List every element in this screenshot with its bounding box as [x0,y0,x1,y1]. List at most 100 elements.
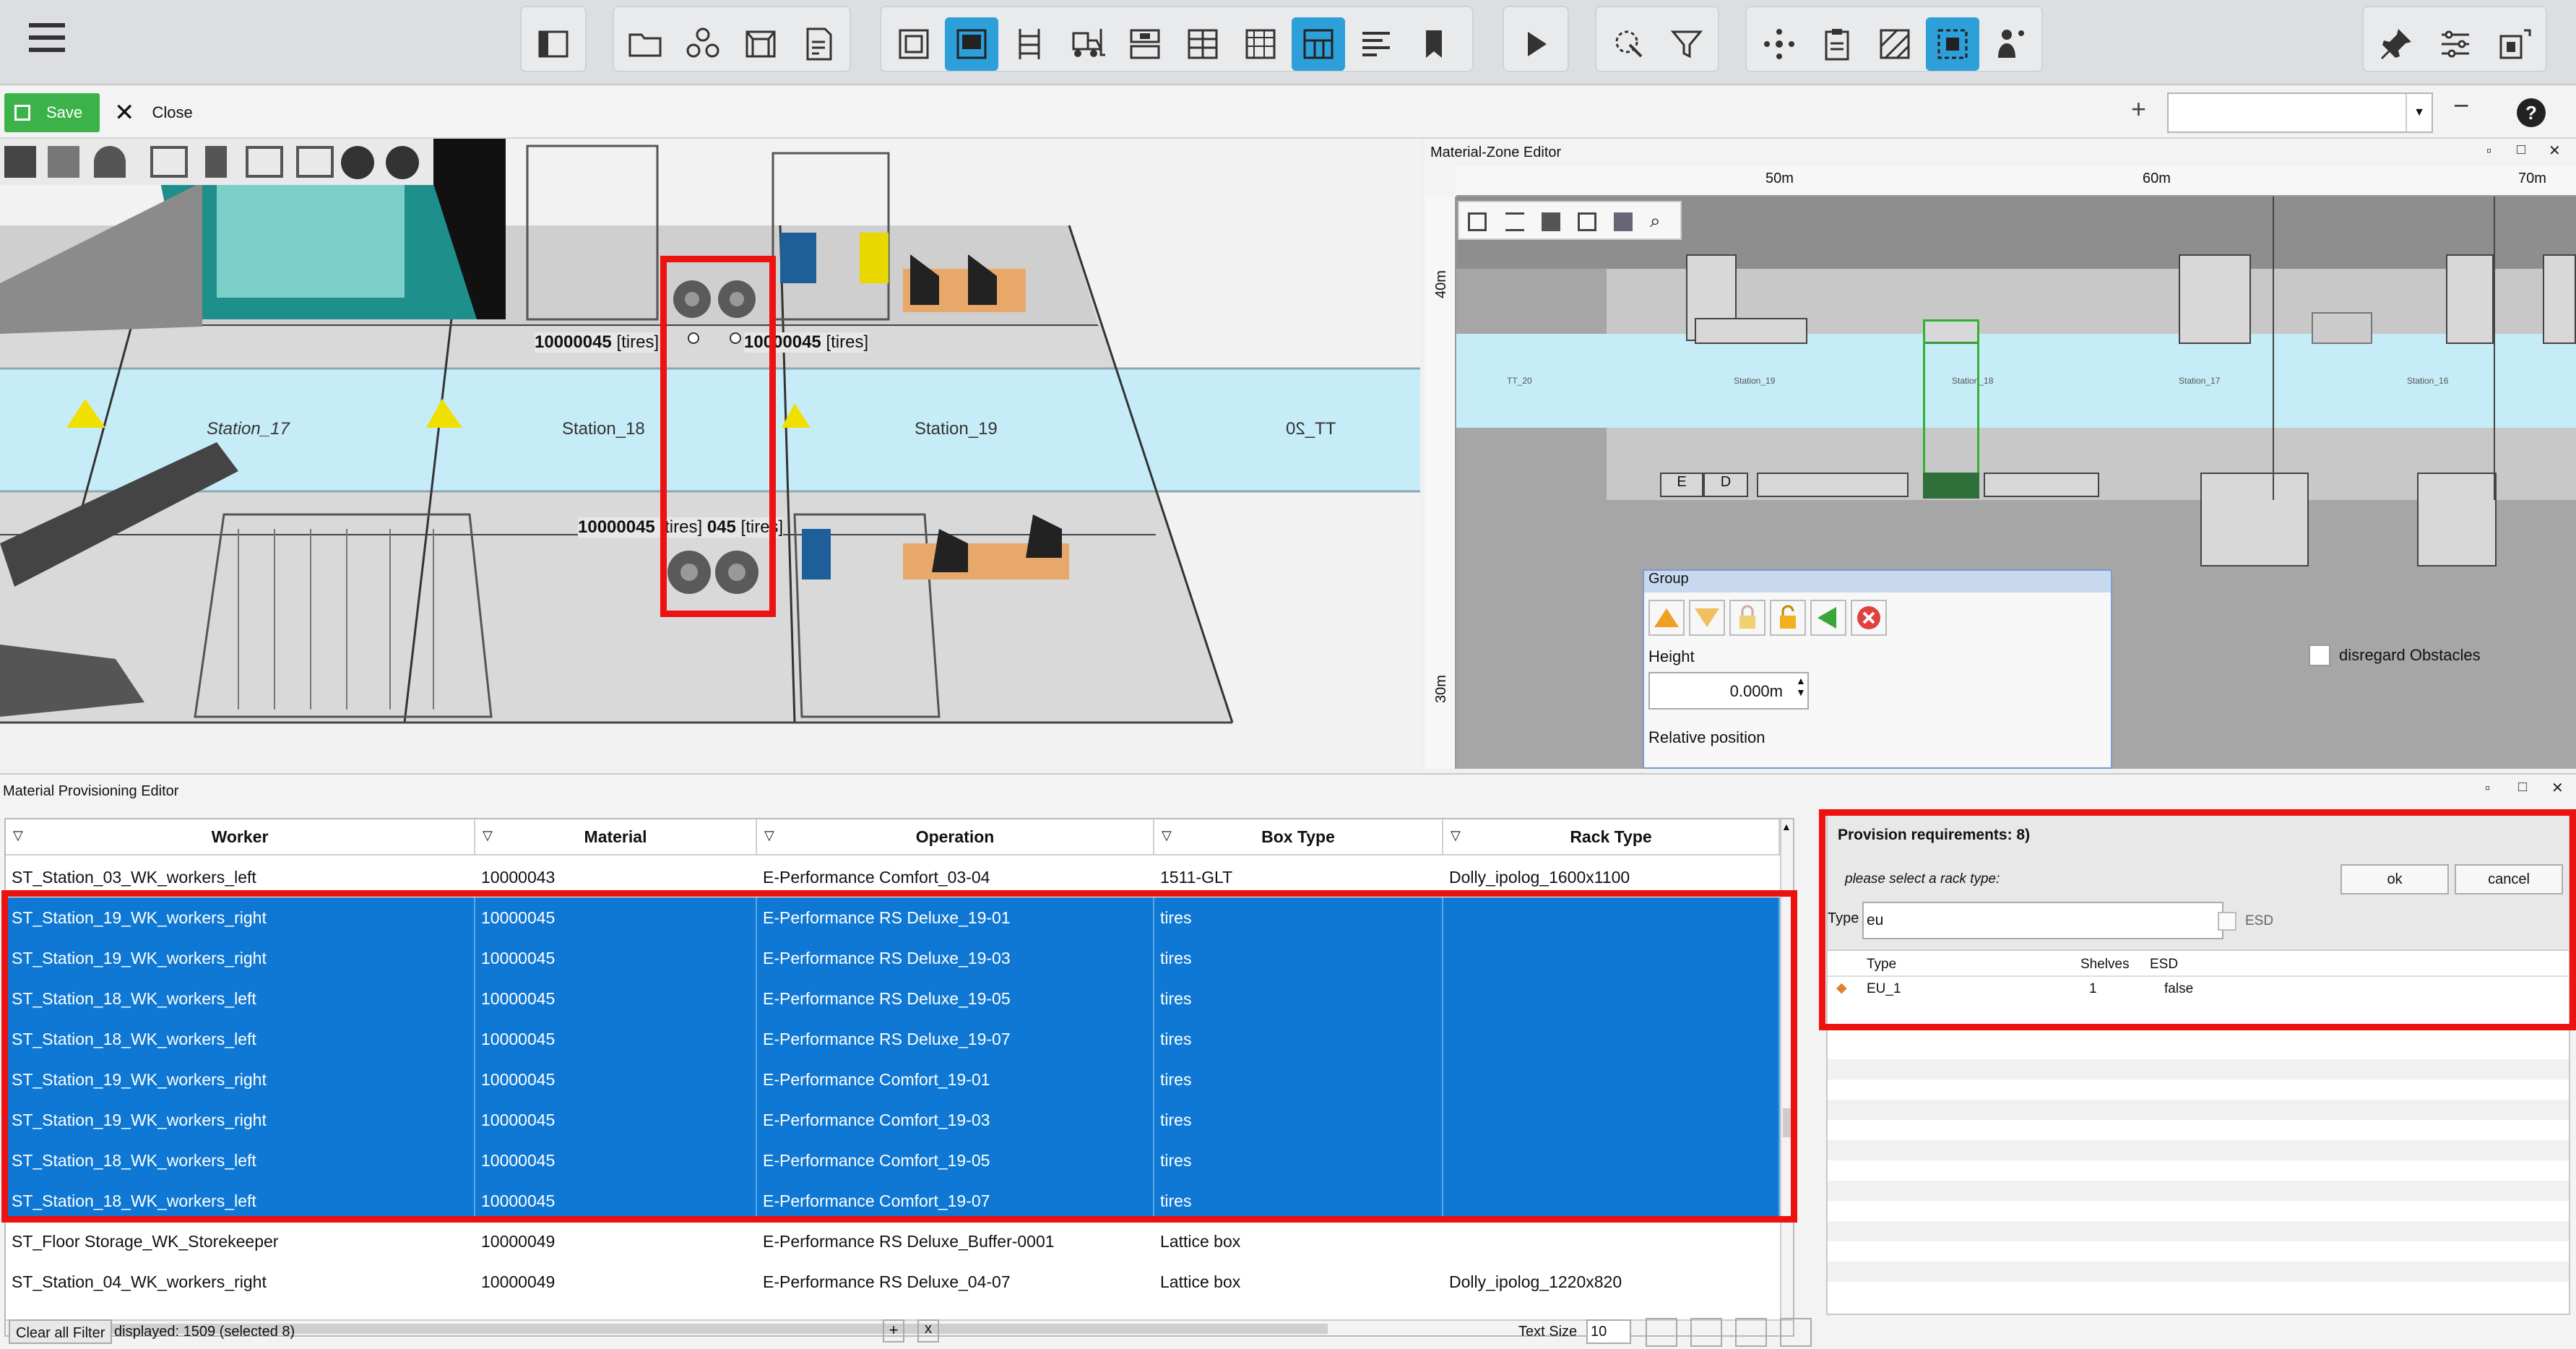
rack-block[interactable] [2543,254,2576,344]
rows-icon[interactable] [1505,212,1524,231]
person-icon[interactable] [94,146,126,178]
rack-icon[interactable] [1003,17,1056,71]
disregard-label: disregard Obstacles [2339,646,2481,664]
filter-icon[interactable]: ▽ [764,828,774,843]
rack-block[interactable] [2446,254,2494,344]
column-header-rack[interactable]: ▽ Rack Type [1443,819,1780,855]
frame-icon[interactable] [734,17,787,71]
float-icon[interactable]: ▫ [2486,143,2491,160]
lock-icon[interactable] [1729,600,1765,636]
storage-view-icon[interactable] [246,146,283,178]
rack-block[interactable] [2179,254,2251,344]
height-input[interactable]: 0.000m [1648,672,1809,710]
add-icon[interactable]: + [2131,94,2146,124]
back-icon[interactable] [1810,600,1846,636]
rack-view-icon[interactable] [296,146,334,178]
column-header-worker[interactable]: ▽ Worker [6,819,475,855]
objects-icon[interactable] [676,17,730,71]
rack-block[interactable] [2312,312,2372,344]
column-header-operation[interactable]: ▽ Operation [757,819,1154,855]
maximize-icon[interactable]: □ [2518,779,2527,796]
columns-icon[interactable] [1646,1318,1677,1347]
points-icon[interactable] [1752,17,1806,71]
maximize-icon[interactable]: □ [2517,142,2525,158]
rack-d[interactable]: D [1703,473,1748,497]
close-icon[interactable]: ✕ [2549,142,2561,160]
rotate-icon[interactable] [386,146,419,179]
settings-icon[interactable] [2429,17,2482,71]
text-size-input[interactable]: 10 [1586,1319,1631,1344]
align-icon[interactable] [1349,17,1403,71]
close-icon[interactable]: ✕ [2551,779,2564,797]
folder-open-icon[interactable] [618,17,672,71]
rack-block[interactable] [1984,473,2099,497]
move-down-button[interactable] [1689,600,1725,636]
pin-icon[interactable] [2369,17,2423,71]
rack-block-selected[interactable] [1923,473,1979,499]
rack-block[interactable] [2200,473,2309,566]
layout-icon[interactable] [945,17,998,71]
export-icon[interactable] [1780,1318,1812,1347]
play-icon[interactable] [1509,17,1563,71]
save-button[interactable]: Save [4,93,100,132]
filter-icon[interactable]: ▽ [483,828,493,843]
forklift-icon[interactable] [1060,17,1114,71]
capture-icon[interactable] [1926,17,1979,71]
bookmark-icon[interactable] [1407,17,1461,71]
worker-view-icon[interactable] [205,146,227,178]
report-icon[interactable] [792,17,845,71]
menu-icon[interactable] [29,23,65,55]
remove-icon[interactable]: − [2453,91,2469,122]
rack-block[interactable] [1757,473,1909,497]
filter-icon[interactable]: ▽ [1451,828,1461,843]
grid-icon[interactable] [1176,17,1229,71]
close-button[interactable]: ✕ Close [114,93,193,132]
filter-icon[interactable]: ▽ [1162,828,1172,843]
table-icon[interactable] [1234,17,1287,71]
objects-icon[interactable] [1542,212,1560,231]
disregard-checkbox[interactable] [2309,645,2330,666]
rack-e[interactable]: E [1660,473,1703,497]
delete-icon[interactable] [1851,600,1887,636]
material-zone-icon[interactable] [1292,17,1345,71]
3d-layout-view[interactable]: 10000045 [tires] 10000045 [tires] 100000… [0,139,1420,769]
search-icon[interactable]: ⌕ [1650,210,1661,233]
clipboard-icon[interactable] [1810,17,1864,71]
filter-icon[interactable] [1660,17,1713,71]
add-filter-button[interactable]: + [883,1319,904,1342]
column-header-material[interactable]: ▽ Material [475,819,757,855]
move-up-button[interactable] [1648,600,1685,636]
help-icon[interactable]: ? [2517,98,2546,127]
table-row[interactable]: ST_Floor Storage_WK_Storekeeper 10000049 E… [6,1221,1780,1262]
clear-filter-button[interactable]: Clear all Filter [9,1319,113,1344]
stepper-icon[interactable]: ▲ ▼ [1796,675,1806,698]
storage-icon[interactable] [1614,212,1633,231]
chevron-down-icon[interactable]: ▼ [2406,94,2432,132]
frame-icon[interactable] [1578,212,1596,231]
table-row[interactable]: ST_Station_04_WK_workers_right 10000049 E-… [6,1262,1780,1302]
float-icon[interactable]: ▫ [2485,780,2490,797]
layers-icon[interactable] [4,146,36,178]
select-icon[interactable] [1602,17,1656,71]
worker-icon[interactable] [1984,17,2037,71]
module-icon[interactable] [2488,17,2541,71]
zone-icon[interactable] [887,17,941,71]
rack-block[interactable] [1695,318,1807,344]
frame-view-icon[interactable] [150,146,188,178]
zoom-combobox[interactable]: ▼ [2167,92,2433,133]
storage-icon[interactable] [1118,17,1172,71]
list-icon[interactable] [1735,1318,1767,1347]
selected-zone[interactable] [1923,319,1979,499]
rack-block[interactable] [2417,473,2497,566]
column-header-box[interactable]: ▽ Box Type [1154,819,1443,855]
panel-icon[interactable] [527,17,580,71]
hatch-icon[interactable] [1868,17,1922,71]
remove-filter-button[interactable]: x [917,1319,939,1342]
grid-icon[interactable] [1468,212,1487,231]
grid-view-icon[interactable] [48,146,79,178]
rows-icon[interactable] [1690,1318,1722,1347]
pointer-icon[interactable] [341,146,374,179]
filter-icon[interactable]: ▽ [13,828,23,843]
unlock-icon[interactable] [1770,600,1806,636]
chevron-up-icon[interactable]: ▲ [1781,821,1791,832]
